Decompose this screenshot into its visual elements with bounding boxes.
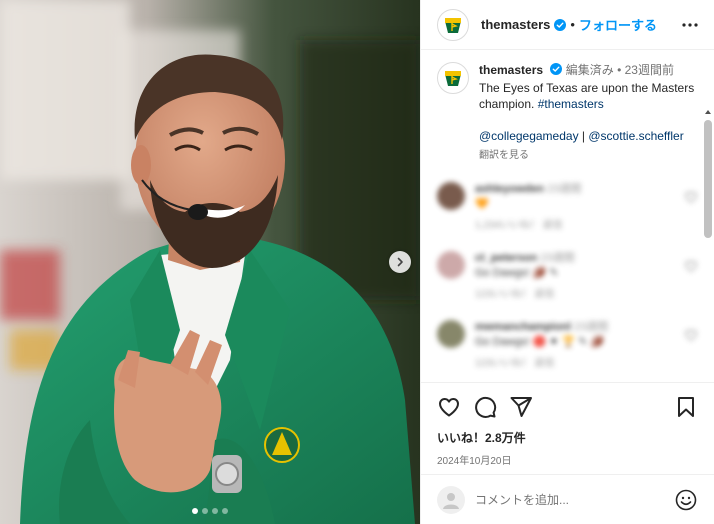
add-comment-bar bbox=[421, 474, 714, 524]
chevron-right-icon bbox=[397, 257, 403, 267]
action-bar: いいね！2.8万件 2024年10月20日 bbox=[421, 382, 714, 474]
mention-separator: | bbox=[578, 129, 589, 143]
action-icons bbox=[437, 391, 698, 423]
masters-logo-icon bbox=[445, 17, 461, 33]
header-username[interactable]: themasters bbox=[481, 17, 550, 32]
comment-text: 🧡 bbox=[475, 198, 489, 210]
post-media[interactable] bbox=[0, 0, 420, 524]
carousel-dot bbox=[202, 508, 208, 514]
comment-item: ct_peterson 23週間 Go Dawgs! 🏈 ✎ 123いいね！ 返信 bbox=[437, 251, 698, 302]
next-image-button[interactable] bbox=[389, 251, 411, 273]
more-horizontal-icon bbox=[682, 22, 698, 27]
comment-text: Go Dawgs! 🔴 ⚫ 🏆 ✎ 🏈 bbox=[475, 336, 605, 348]
comment-time: 23週間 bbox=[574, 321, 609, 333]
share-icon[interactable] bbox=[509, 395, 533, 419]
scrollbar[interactable] bbox=[704, 108, 712, 382]
caption-username[interactable]: themasters bbox=[479, 63, 543, 77]
user-placeholder-icon bbox=[443, 492, 459, 509]
carousel-dots bbox=[0, 508, 420, 514]
comment-meta[interactable]: 123いいね！ 返信 bbox=[475, 287, 674, 302]
bookmark-icon[interactable] bbox=[674, 395, 698, 419]
comment-meta[interactable]: 123いいね！ 返信 bbox=[475, 356, 674, 371]
instagram-post: themasters • フォローする themasters 編集済み • 23… bbox=[0, 0, 714, 524]
comment-avatar[interactable] bbox=[437, 251, 465, 279]
emoji-icon[interactable] bbox=[674, 488, 698, 512]
see-translation-link[interactable]: 翻訳を見る bbox=[479, 148, 698, 164]
follow-button[interactable]: フォローする bbox=[579, 15, 657, 34]
hashtag-link[interactable]: #themasters bbox=[538, 97, 604, 111]
post-photo bbox=[0, 0, 420, 524]
comment-meta[interactable]: 1,234いいね！ 返信 bbox=[475, 218, 674, 233]
caption-avatar[interactable] bbox=[437, 62, 469, 94]
masters-logo-icon bbox=[445, 71, 461, 86]
comment-like-icon[interactable] bbox=[684, 190, 698, 204]
caption-body: themasters 編集済み • 23週間前 The Eyes of Texa… bbox=[479, 62, 698, 164]
comment-body: mwmanchampionl 23週間 Go Dawgs! 🔴 ⚫ 🏆 ✎ 🏈 12… bbox=[475, 320, 674, 371]
comment-time: 23週間 bbox=[547, 183, 582, 195]
comment-item: mwmanchampionl 23週間 Go Dawgs! 🔴 ⚫ 🏆 ✎ 🏈 12… bbox=[437, 320, 698, 371]
caption-mentions: @collegegameday | @scottie.scheffler bbox=[479, 128, 698, 144]
more-options-button[interactable] bbox=[678, 13, 702, 37]
scroll-up-arrow-icon[interactable] bbox=[704, 108, 712, 116]
caption-dot: • bbox=[617, 63, 622, 77]
carousel-dot bbox=[222, 508, 228, 514]
scrollbar-thumb[interactable] bbox=[704, 120, 712, 238]
comment-avatar[interactable] bbox=[437, 320, 465, 348]
side-panel: themasters • フォローする themasters 編集済み • 23… bbox=[420, 0, 714, 524]
carousel-dot bbox=[212, 508, 218, 514]
verified-badge-icon bbox=[554, 18, 567, 31]
comment-text: Go Dawgs! 🏈 ✎ bbox=[475, 267, 559, 279]
mention-link-2[interactable]: @scottie.scheffler bbox=[588, 129, 683, 143]
verified-badge-icon bbox=[550, 63, 563, 75]
comment-icon[interactable] bbox=[473, 395, 497, 419]
caption-text-line: The Eyes of Texas are upon the Masters c… bbox=[479, 80, 698, 112]
comment-list: ashleyowden 23週間 🧡 1,234いいね！ 返信 ct_peterson… bbox=[437, 182, 698, 371]
comment-like-icon[interactable] bbox=[684, 259, 698, 273]
post-date[interactable]: 2024年10月20日 bbox=[437, 452, 698, 467]
comment-body: ashleyowden 23週間 🧡 1,234いいね！ 返信 bbox=[475, 182, 674, 233]
heart-icon[interactable] bbox=[437, 395, 461, 419]
comment-like-icon[interactable] bbox=[684, 328, 698, 342]
header-separator: • bbox=[570, 17, 575, 32]
caption: themasters 編集済み • 23週間前 The Eyes of Texa… bbox=[437, 62, 698, 164]
mention-link-1[interactable]: @collegegameday bbox=[479, 129, 579, 143]
post-header: themasters • フォローする bbox=[421, 0, 714, 50]
comment-body: ct_peterson 23週間 Go Dawgs! 🏈 ✎ 123いいね！ 返信 bbox=[475, 251, 674, 302]
comment-username[interactable]: ashleyowden bbox=[475, 183, 544, 195]
carousel-dot bbox=[192, 508, 198, 514]
caption-time[interactable]: 23週間前 bbox=[625, 63, 674, 77]
comment-avatar[interactable] bbox=[437, 182, 465, 210]
comment-time: 23週間 bbox=[540, 252, 575, 264]
edited-label: 編集済み bbox=[565, 63, 614, 77]
comment-username[interactable]: ct_peterson bbox=[475, 252, 537, 264]
comments-section[interactable]: themasters 編集済み • 23週間前 The Eyes of Texa… bbox=[421, 50, 714, 382]
comment-input[interactable] bbox=[475, 492, 674, 507]
account-avatar[interactable] bbox=[437, 8, 469, 41]
comment-item: ashleyowden 23週間 🧡 1,234いいね！ 返信 bbox=[437, 182, 698, 233]
like-count[interactable]: いいね！2.8万件 bbox=[437, 429, 698, 446]
current-user-avatar bbox=[437, 485, 465, 514]
comment-username[interactable]: mwmanchampionl bbox=[475, 321, 571, 333]
